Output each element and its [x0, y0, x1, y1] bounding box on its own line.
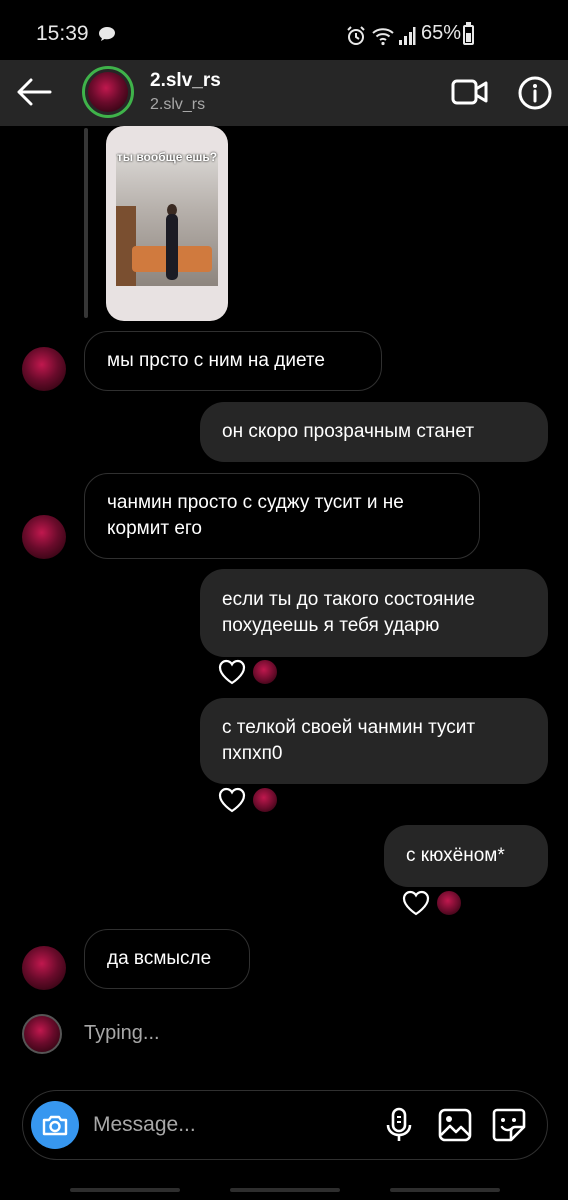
battery-icon [463, 25, 474, 45]
chat-title[interactable]: 2.slv_rs [150, 70, 221, 92]
heart-icon [218, 659, 246, 685]
message-outgoing[interactable]: если ты до такого состояние похудеешь я … [200, 569, 548, 657]
story-person [166, 214, 178, 280]
video-call-icon[interactable] [450, 74, 490, 110]
message-incoming[interactable]: да всмысле [84, 929, 250, 989]
status-bar: 15:39 65% [0, 0, 568, 60]
story-reply-line [84, 128, 88, 318]
info-icon[interactable] [516, 74, 554, 112]
message-input[interactable] [93, 1109, 363, 1141]
heart-icon [402, 890, 430, 916]
back-arrow-icon [17, 78, 52, 106]
message-text: с кюхёном* [406, 845, 505, 866]
message-reaction[interactable] [218, 787, 278, 813]
message-incoming[interactable]: чанмин просто с суджу тусит и не кормит … [84, 473, 480, 559]
reaction-avatar [436, 890, 462, 916]
message-text-line: с телкой своей чанмин тусит [222, 717, 476, 738]
message-text-line: если ты до такого состояние [222, 589, 475, 610]
message-text-line: пхпхп0 [222, 743, 283, 764]
message-outgoing[interactable]: с телкой своей чанмин тусит пхпхп0 [200, 698, 548, 784]
message-outgoing[interactable]: он скоро прозрачным станет [200, 402, 548, 462]
reaction-avatar [252, 787, 278, 813]
message-text: мы прсто с ним на диете [107, 350, 325, 371]
nav-home[interactable] [230, 1188, 340, 1192]
typing-avatar [22, 1014, 62, 1054]
nav-recents[interactable] [70, 1188, 180, 1192]
camera-button[interactable] [31, 1101, 79, 1149]
status-time: 15:39 [36, 22, 89, 45]
reaction-avatar [252, 659, 278, 685]
sticker-icon[interactable] [489, 1105, 529, 1145]
message-text-line: кормит его [107, 518, 202, 539]
avatar [88, 72, 128, 112]
message-reaction[interactable] [402, 890, 462, 916]
typing-indicator: Typing... [84, 1022, 160, 1044]
message-text-line: чанмин просто с суджу тусит и не [107, 492, 404, 513]
nav-back[interactable] [390, 1188, 500, 1192]
battery-percentage: 65% [421, 22, 462, 44]
heart-icon [218, 787, 246, 813]
wifi-icon [372, 28, 394, 46]
sender-avatar[interactable] [22, 946, 66, 990]
back-button[interactable] [12, 70, 56, 114]
message-notification-icon [99, 27, 115, 41]
sender-avatar[interactable] [22, 347, 66, 391]
message-incoming[interactable]: мы прсто с ним на диете [84, 331, 382, 391]
message-reaction[interactable] [218, 659, 278, 685]
microphone-icon[interactable] [379, 1105, 419, 1145]
chat-username: 2.slv_rs [150, 96, 206, 113]
message-text-line: похудеешь я тебя ударю [222, 615, 440, 636]
system-nav-bar [0, 1180, 568, 1200]
message-text: он скоро прозрачным станет [222, 421, 475, 442]
signal-icon [399, 27, 416, 45]
header-avatar[interactable] [82, 66, 134, 118]
alarm-icon [347, 26, 365, 45]
story-thumbnail[interactable]: ты вообще ешь? [106, 126, 228, 321]
message-composer [22, 1090, 548, 1160]
story-caption: ты вообще ешь? [116, 150, 218, 164]
sender-avatar[interactable] [22, 515, 66, 559]
chat-header: 2.slv_rs 2.slv_rs [0, 60, 568, 126]
message-text: да всмысле [107, 948, 212, 969]
gallery-icon[interactable] [435, 1105, 475, 1145]
message-outgoing[interactable]: с кюхёном* [384, 825, 548, 887]
camera-icon [42, 1115, 68, 1136]
